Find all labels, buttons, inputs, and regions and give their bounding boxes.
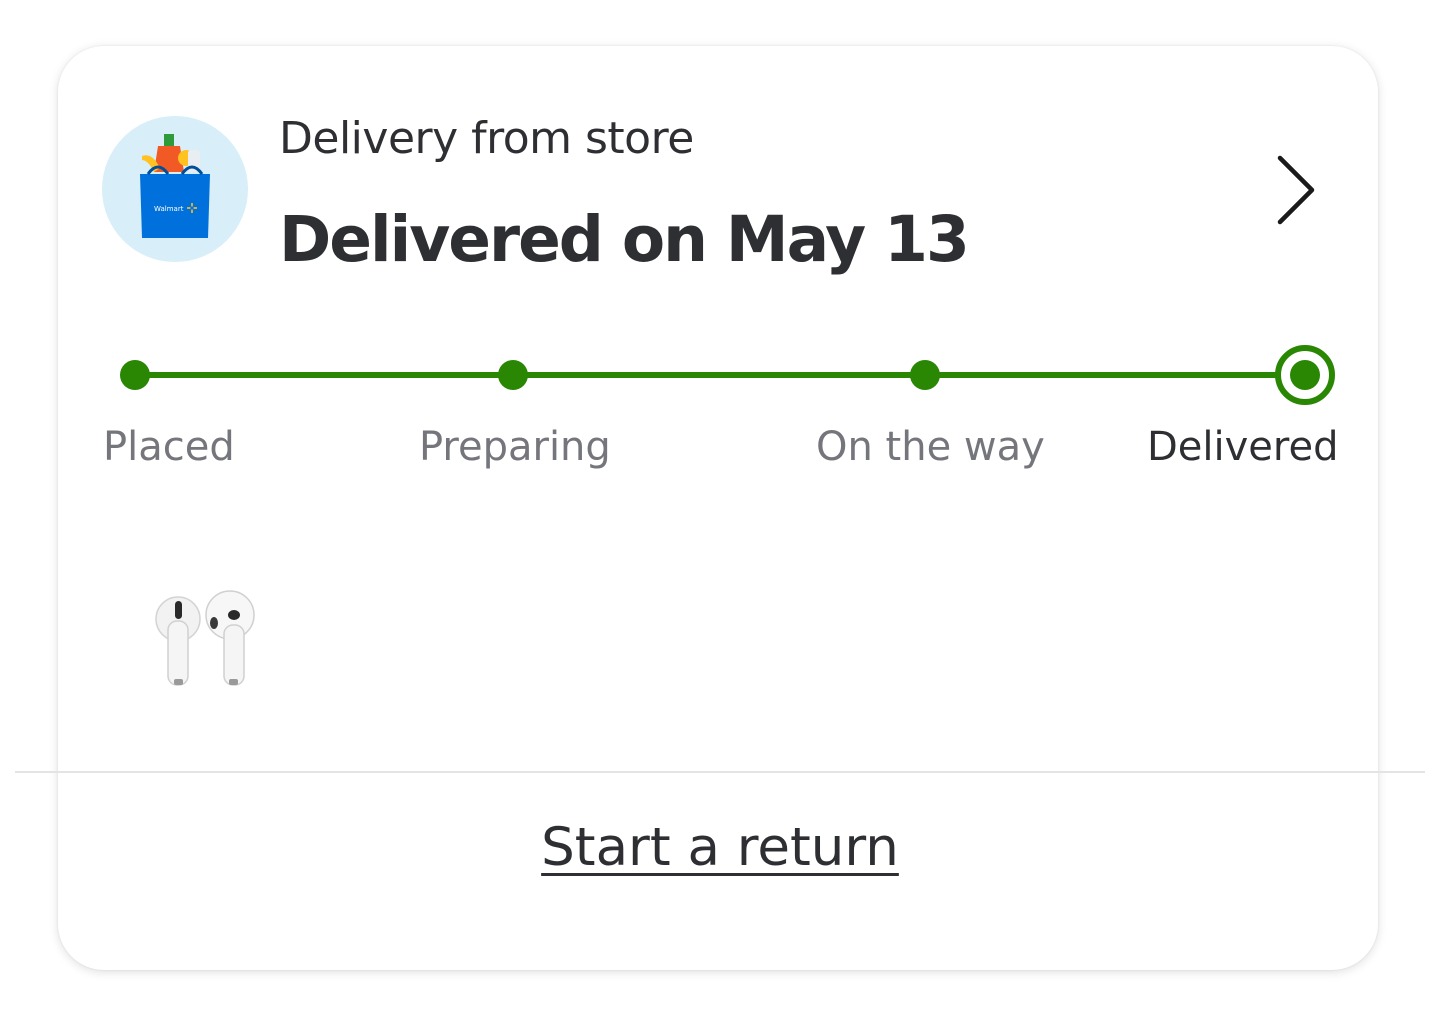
step-label-on-the-way: On the way	[816, 424, 1045, 470]
bag-brand-text: Walmart	[154, 205, 184, 213]
step-dot-delivered	[1275, 345, 1335, 405]
start-return-link[interactable]: Start a return	[0, 817, 1440, 878]
step-dot-preparing	[498, 360, 528, 390]
step-label-placed: Placed	[103, 424, 235, 470]
step-label-delivered: Delivered	[1147, 424, 1339, 470]
step-dot-placed	[120, 360, 150, 390]
order-status-title: Delivered on May 13	[279, 203, 970, 276]
step-label-preparing: Preparing	[419, 424, 611, 470]
chevron-right-icon[interactable]	[1266, 152, 1326, 228]
step-dot-delivered-center	[1290, 360, 1320, 390]
fulfillment-label: Delivery from store	[279, 113, 694, 164]
walmart-bag-icon: Walmart	[102, 116, 248, 262]
step-dot-on-the-way	[910, 360, 940, 390]
card-divider	[15, 771, 1425, 773]
earbuds-product-image[interactable]	[148, 585, 264, 689]
progress-track	[135, 372, 1305, 378]
